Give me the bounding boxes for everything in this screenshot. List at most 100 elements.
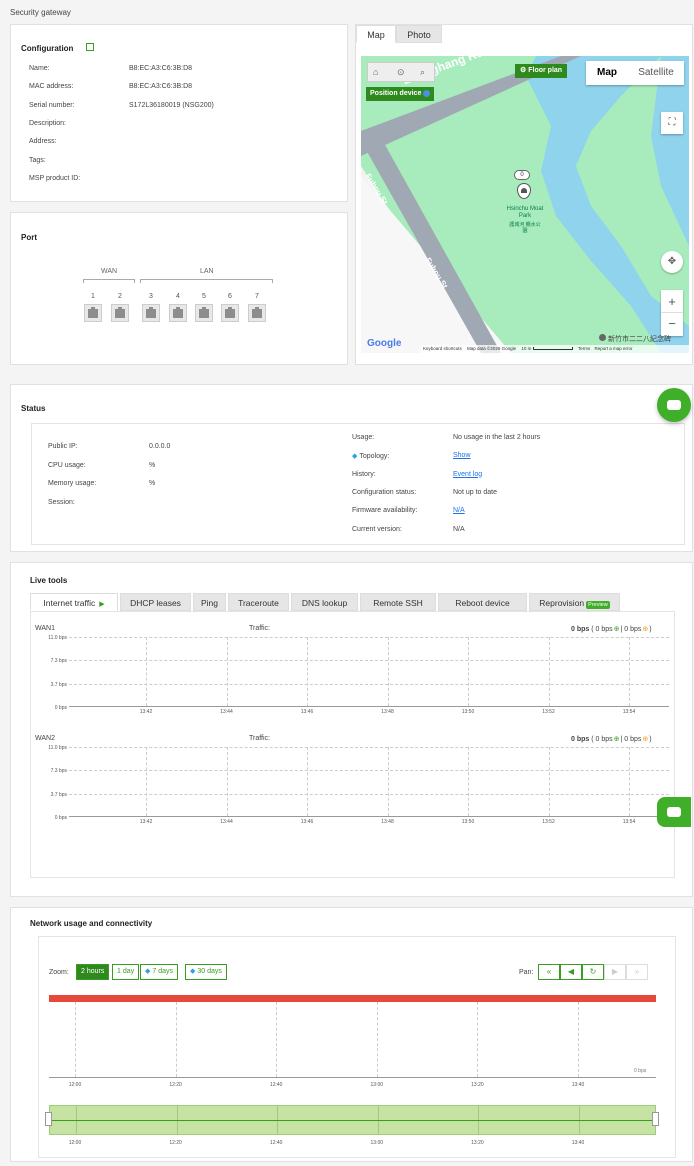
port-title: Port [21,233,37,242]
pan-label: Pan: [519,969,534,976]
tab-internet-traffic[interactable]: Internet traffic ▶ [30,593,118,611]
grid-line [629,637,630,706]
tab-dhcp-leases[interactable]: DHCP leases [120,593,191,611]
range-handle-left[interactable] [45,1112,52,1126]
ethernet-port-icon [88,307,98,318]
pan-right-button[interactable]: ▶ [604,964,626,980]
zoom-label: Zoom: [49,969,69,976]
status-label-text: Current version: [352,525,402,533]
port-3[interactable] [142,304,160,322]
port-5[interactable] [195,304,213,322]
zoom-out-button[interactable]: − [661,313,683,336]
position-device-button[interactable]: Position device [366,87,435,101]
chat-button[interactable] [657,388,691,422]
pan-far-right-button[interactable]: » [626,964,648,980]
port-number: 3 [149,293,153,300]
wan-name: WAN2 [35,735,55,742]
config-value: B8:EC:A3:C6:3B:D8 [129,65,193,72]
x-tick: 13:50 [461,819,475,825]
traffic-label: Traffic: [249,625,271,632]
floor-plan-button[interactable]: ⚙ Floor plan [515,64,568,78]
tab-reprovision[interactable]: Reprovision Preview [529,593,620,611]
port-number: 4 [176,293,180,300]
tab-map[interactable]: Map [356,25,396,43]
zoom-in-button[interactable]: + [661,290,683,313]
diamond-icon: ◆ [145,968,151,975]
grid-line [307,637,308,706]
satellite-type-button[interactable]: Satellite [628,61,684,85]
lan-label: LAN [200,268,214,275]
port-7[interactable] [248,304,266,322]
configuration-title: Configuration [21,44,74,53]
port-6[interactable] [221,304,239,322]
tab-remote-ssh[interactable]: Remote SSH [360,593,436,611]
traffic-close: ) [649,626,652,633]
park-name: Hsinchu Moat Park [506,206,544,219]
live-tools-title: Live tools [30,576,68,585]
status-label: Session: [48,498,75,506]
config-label: Tags: [29,156,46,164]
tab-photo[interactable]: Photo [396,25,442,43]
zoom-label-text: 2 hours [81,968,105,975]
tab-label: Ping [200,598,218,608]
ethernet-port-icon [199,307,209,318]
chat-button-2[interactable] [657,797,691,827]
fullscreen-button[interactable]: ⛶ [661,112,683,134]
status-label: Memory usage: [48,480,97,487]
range-selector[interactable] [49,1105,656,1135]
ethernet-port-icon [146,307,156,318]
grid-line [307,747,308,816]
zoom-label-text: 7 days [152,968,174,975]
target-icon[interactable]: ⊙ [397,67,405,78]
config-label: Description: [29,119,66,127]
port-2[interactable] [111,304,129,322]
lan-bracket [140,279,273,283]
zoom-1-day-button[interactable]: 1 day [112,964,140,980]
refresh-button[interactable]: ↻ [582,964,604,980]
upload-icon: ⊕ [642,736,649,743]
home-icon[interactable]: ⌂ [373,67,378,77]
terms-link[interactable]: Terms [578,346,590,351]
traffic-chart [69,637,669,707]
tab-reboot-device[interactable]: Reboot device [438,593,527,611]
grid-line [548,747,550,816]
status-link[interactable]: Event log [453,471,482,478]
edit-icon[interactable] [86,43,94,51]
place-marker-icon [599,334,606,341]
grid-line [468,637,469,706]
x-tick: 13:20 [471,1082,484,1088]
zoom-30-days-button[interactable]: ◆ 30 days [185,964,227,980]
tab-label: Reboot device [455,598,510,608]
grid-line [69,747,669,748]
grid-line [146,747,147,816]
zoom-2-hours-button[interactable]: 2 hours [76,964,110,980]
scale-bar [532,347,573,351]
port-4[interactable] [169,304,187,322]
pan-left-button[interactable]: ◀ [560,964,582,980]
status-link[interactable]: Show [453,452,471,459]
map-type-button[interactable]: Map [586,61,628,85]
tab-ping[interactable]: Ping [193,593,226,611]
tab-label: DNS lookup [301,598,348,608]
y-tick: 7.3 bps [50,768,67,775]
pan-far-left-button[interactable]: « [538,964,560,980]
tab-dns-lookup[interactable]: DNS lookup [291,593,358,611]
status-value: 0.0.0.0 [149,443,171,450]
pan-control[interactable]: ✥ [661,251,683,273]
tab-traceroute[interactable]: Traceroute [228,593,289,611]
status-link[interactable]: N/A [453,507,465,514]
port-1[interactable] [84,304,102,322]
keyboard-shortcuts-link[interactable]: Keyboard shortcuts [423,346,462,351]
status-label: Firmware availability: [352,507,417,514]
grid-line [226,747,228,816]
report-link[interactable]: Report a map error [594,346,632,351]
port-number: 6 [228,293,232,300]
search-icon[interactable]: ⌕ [420,67,425,78]
port-number: 2 [118,293,122,300]
x-tick: 12:20 [169,1082,182,1088]
y-tick: 7.3 bps [50,658,67,665]
map-view[interactable]: Zhonghang Rd Fuhou St Fuhou St ⌂ ⊙ ⌕ Pos… [361,56,689,353]
zoom-7-days-button[interactable]: ◆ 7 days [140,964,179,980]
grid-line [548,637,550,706]
range-handle-right[interactable] [652,1112,659,1126]
